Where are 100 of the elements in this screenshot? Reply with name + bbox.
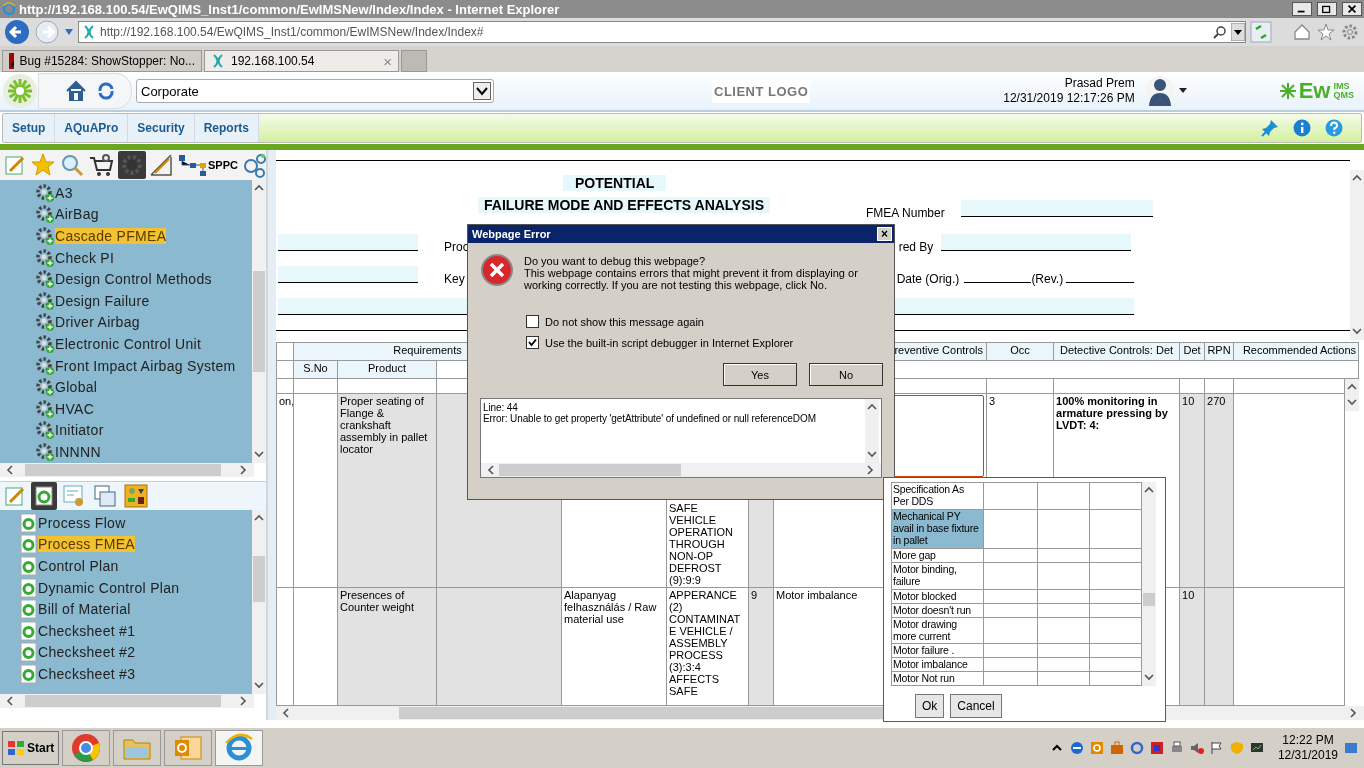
list-item[interactable]: More gap bbox=[891, 548, 984, 563]
tree-item[interactable]: Control Plan bbox=[38, 558, 119, 574]
scroll-thumb[interactable] bbox=[1143, 592, 1155, 607]
close-button[interactable] bbox=[1342, 2, 1362, 16]
tree-item[interactable]: Checksheet #2 bbox=[38, 644, 136, 661]
dialog-button[interactable]: Yes bbox=[723, 363, 797, 386]
refresh-button[interactable] bbox=[1250, 21, 1272, 43]
show-desktop-icon[interactable] bbox=[1344, 740, 1358, 756]
dialog-button[interactable]: No bbox=[809, 363, 883, 386]
input-field[interactable] bbox=[278, 266, 418, 283]
home-button[interactable] bbox=[65, 80, 87, 102]
menu-item[interactable]: AQuAPro bbox=[55, 114, 129, 142]
scrollbar[interactable] bbox=[252, 510, 266, 694]
scrollbar[interactable] bbox=[0, 463, 254, 477]
refresh-button[interactable] bbox=[97, 82, 115, 100]
scroll-thumb[interactable] bbox=[24, 695, 221, 707]
dialog-button[interactable]: Ok bbox=[915, 694, 945, 718]
minimize-button[interactable] bbox=[1292, 2, 1312, 16]
home-icon[interactable] bbox=[1292, 22, 1312, 42]
tree-item[interactable]: A3 bbox=[55, 184, 73, 201]
scroll-thumb[interactable] bbox=[253, 271, 265, 372]
scrollbar[interactable] bbox=[481, 463, 881, 477]
tree-item[interactable]: Dynamic Control Plan bbox=[38, 579, 180, 596]
list-item[interactable]: Motor drawing more current bbox=[891, 617, 984, 644]
back-button[interactable] bbox=[4, 19, 30, 45]
star-icon[interactable] bbox=[1316, 22, 1336, 42]
tree-item[interactable]: Electronic Control Unit bbox=[55, 335, 202, 352]
flowchart-icon[interactable] bbox=[178, 153, 208, 177]
tree-item[interactable]: Check PI bbox=[55, 249, 115, 266]
input-field[interactable] bbox=[941, 234, 1132, 251]
tree-item[interactable]: Design Control Methods bbox=[55, 271, 212, 288]
tree-item[interactable]: AirBag bbox=[55, 206, 99, 223]
sync-icon[interactable] bbox=[1129, 741, 1144, 755]
tree-item[interactable]: INNNN bbox=[55, 443, 101, 460]
list-item[interactable]: Motor failure . bbox=[891, 643, 984, 658]
monitor-icon[interactable] bbox=[1249, 741, 1264, 755]
list-item[interactable]: Motor binding, failure bbox=[891, 562, 984, 590]
close-button[interactable]: × bbox=[877, 227, 892, 241]
caret-icon[interactable] bbox=[1177, 87, 1188, 95]
checkbox[interactable] bbox=[526, 315, 539, 328]
menu-item[interactable]: Reports bbox=[194, 114, 260, 142]
tree-item[interactable]: Checksheet #1 bbox=[38, 622, 136, 639]
settings-icon[interactable] bbox=[1340, 22, 1360, 42]
tree-item[interactable]: Bill of Material bbox=[38, 601, 131, 618]
tree-item[interactable]: Global bbox=[55, 379, 98, 396]
remote-icon[interactable] bbox=[1069, 741, 1084, 755]
tree-item[interactable]: Design Failure bbox=[55, 292, 150, 309]
scrollbar[interactable] bbox=[865, 399, 879, 463]
menu-item[interactable]: Setup bbox=[3, 114, 56, 142]
tree-item[interactable]: Driver Airbag bbox=[55, 314, 140, 331]
scrollbar[interactable] bbox=[1350, 170, 1364, 340]
search-icon[interactable] bbox=[1213, 25, 1227, 39]
checkbox[interactable] bbox=[526, 336, 539, 349]
flag-icon[interactable] bbox=[1209, 741, 1224, 755]
list-item[interactable]: Specification As Per DDS bbox=[891, 482, 984, 510]
start-button[interactable]: Start bbox=[2, 731, 60, 765]
dropdown-button[interactable] bbox=[1231, 23, 1245, 41]
list-item[interactable]: Mechanical PY avail in base fixture in pallet bbox=[891, 509, 984, 549]
tree-item[interactable]: HVAC bbox=[55, 400, 95, 417]
tree-item[interactable]: Process FMEA bbox=[38, 536, 135, 553]
scrollbar[interactable] bbox=[0, 694, 254, 708]
tree-item[interactable]: Process Flow bbox=[38, 514, 126, 531]
scrollbar[interactable] bbox=[1345, 379, 1359, 411]
tool-label[interactable]: SPPC bbox=[208, 159, 238, 171]
tree-item[interactable]: Front Impact Airbag System bbox=[55, 357, 236, 374]
tree-item[interactable]: Checksheet #3 bbox=[38, 665, 136, 682]
ie-icon[interactable] bbox=[224, 733, 255, 763]
scroll-thumb[interactable] bbox=[24, 464, 221, 476]
briefcase-icon[interactable] bbox=[1109, 741, 1124, 755]
list-item[interactable]: Motor Not run bbox=[891, 671, 984, 686]
browser-tab[interactable]: 192.168.100.54 × bbox=[204, 50, 399, 72]
dialog-button[interactable]: Cancel bbox=[950, 694, 1002, 718]
avatar-icon[interactable] bbox=[1144, 74, 1175, 108]
scrollbar[interactable] bbox=[252, 180, 266, 463]
scroll-thumb[interactable] bbox=[253, 556, 265, 602]
speaker-muted-icon[interactable] bbox=[1189, 741, 1204, 755]
input-field[interactable] bbox=[960, 200, 1153, 217]
outlook-icon[interactable] bbox=[1089, 741, 1104, 755]
dropdown-icon[interactable] bbox=[64, 28, 74, 36]
help-icon[interactable] bbox=[1325, 119, 1343, 137]
address-field[interactable]: http://192.168.100.54/EwQIMS_Inst1/common/EwIMSNew/Index/Index# bbox=[78, 21, 1246, 43]
list-item[interactable]: Motor doesn't run bbox=[891, 603, 984, 618]
printer-icon[interactable] bbox=[1169, 741, 1184, 755]
scroll-thumb[interactable] bbox=[499, 464, 681, 476]
list-item[interactable]: Motor blocked bbox=[891, 589, 984, 604]
restore-button[interactable] bbox=[1317, 2, 1337, 16]
location-dropdown[interactable]: Corporate bbox=[136, 79, 494, 103]
menu-item[interactable]: Security bbox=[128, 114, 195, 142]
input-field[interactable] bbox=[278, 234, 418, 251]
pin-icon[interactable] bbox=[1261, 119, 1279, 137]
network-icon[interactable] bbox=[1149, 741, 1164, 755]
checkbox-label[interactable]: Do not show this message again bbox=[545, 315, 704, 328]
info-icon[interactable] bbox=[1293, 119, 1311, 137]
scrollbar[interactable] bbox=[1142, 482, 1156, 686]
browser-tab[interactable]: Bug #15284: ShowStopper: No... bbox=[2, 50, 202, 72]
outlook-icon[interactable] bbox=[173, 734, 204, 762]
tree-item[interactable]: Initiator bbox=[55, 422, 104, 439]
tree-item[interactable]: Cascade PFMEA bbox=[55, 228, 167, 244]
chrome-icon[interactable] bbox=[71, 733, 102, 763]
list-item[interactable]: Motor imbalance bbox=[891, 657, 984, 672]
